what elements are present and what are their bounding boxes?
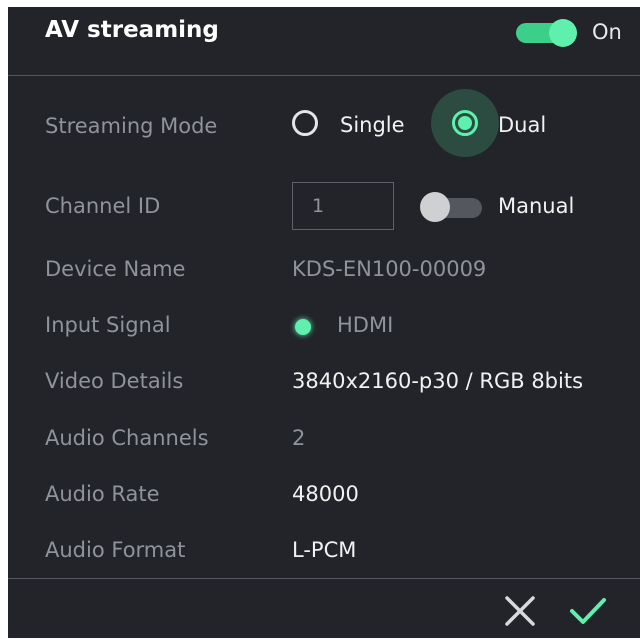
toggle-knob bbox=[549, 19, 577, 47]
av-streaming-toggle[interactable] bbox=[516, 19, 578, 47]
audio-rate-label: Audio Rate bbox=[45, 482, 160, 506]
audio-channels-value: 2 bbox=[292, 426, 306, 450]
check-icon bbox=[570, 598, 606, 624]
toggle-knob bbox=[420, 192, 450, 222]
toggle-state-label: On bbox=[592, 20, 622, 44]
streaming-mode-label: Streaming Mode bbox=[45, 114, 218, 138]
av-streaming-panel: AV streaming On Streaming Mode Single Du… bbox=[8, 7, 640, 638]
video-details-value: 3840x2160-p30 / RGB 8bits bbox=[292, 369, 584, 393]
device-name-value: KDS-EN100-00009 bbox=[292, 257, 487, 281]
input-signal-label: Input Signal bbox=[45, 313, 171, 337]
close-icon bbox=[505, 596, 535, 626]
panel-title: AV streaming bbox=[45, 17, 219, 43]
cancel-button[interactable] bbox=[502, 593, 538, 629]
radio-dot bbox=[458, 116, 472, 130]
manual-label: Manual bbox=[498, 194, 575, 218]
radio-selected-icon bbox=[452, 110, 478, 136]
manual-toggle[interactable] bbox=[420, 191, 484, 223]
audio-format-label: Audio Format bbox=[45, 538, 186, 562]
audio-rate-value: 48000 bbox=[292, 482, 359, 506]
channel-id-label: Channel ID bbox=[45, 194, 161, 218]
audio-format-value: L-PCM bbox=[292, 538, 357, 562]
radio-circle-icon bbox=[292, 110, 318, 136]
audio-channels-label: Audio Channels bbox=[45, 426, 209, 450]
panel-header: AV streaming On bbox=[8, 7, 640, 76]
confirm-button[interactable] bbox=[568, 593, 606, 629]
panel-footer bbox=[8, 578, 640, 639]
radio-dual-label: Dual bbox=[498, 113, 547, 137]
video-details-label: Video Details bbox=[45, 369, 184, 393]
input-signal-value: HDMI bbox=[337, 313, 394, 337]
device-name-label: Device Name bbox=[45, 257, 186, 281]
channel-id-input[interactable]: 1 bbox=[292, 182, 394, 230]
radio-single-label: Single bbox=[340, 113, 405, 137]
signal-status-icon bbox=[295, 319, 311, 335]
